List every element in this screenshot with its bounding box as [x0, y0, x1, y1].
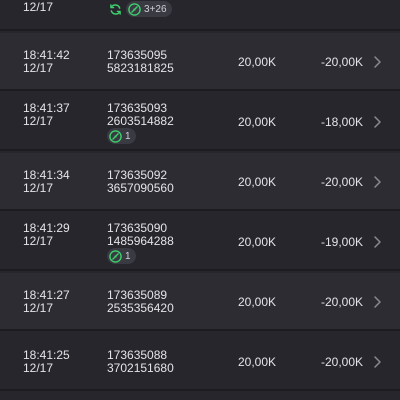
bet-row[interactable]: 18:41:34 12/17 173635092 3657090560 20,00K -2…: [0, 153, 400, 211]
chevron-right-icon[interactable]: [372, 295, 382, 309]
bet-hash: 3702151680: [107, 361, 174, 375]
badge-count: 3+26: [144, 3, 167, 15]
bet-row[interactable]: 18:41:25 12/17 173635088 3702151680 20,00K -2…: [0, 333, 400, 391]
bet-id: 173635090: [107, 221, 168, 235]
stopwatch-icon: [109, 129, 122, 143]
bet-time: 18:41:42: [23, 48, 70, 62]
bet-id: 173635088: [107, 348, 168, 362]
chevron-right-icon[interactable]: [372, 235, 382, 249]
bet-badges: 3+26: [107, 1, 174, 17]
bet-id: 173635093: [107, 101, 168, 115]
bet-hash: 2603514882: [107, 114, 174, 128]
feature-badge: 3+26: [126, 1, 172, 17]
bet-date: 12/17: [23, 0, 54, 14]
bet-result: -20,00K: [320, 55, 363, 69]
bet-time: 18:41:34: [23, 168, 70, 182]
bet-id: 173635092: [107, 168, 168, 182]
chevron-right-icon[interactable]: [372, 55, 382, 69]
bet-time: 18:41:37: [23, 101, 70, 115]
badge-count: 1: [125, 130, 131, 142]
stopwatch-icon: [109, 249, 122, 263]
chevron-right-icon[interactable]: [372, 115, 382, 129]
bet-date: 12/17: [23, 114, 54, 128]
bet-date: 12/17: [23, 361, 54, 375]
bet-badges: 1: [107, 248, 138, 264]
bet-row[interactable]: 18:41:27 12/17 173635089 2535356420 20,00K -2…: [0, 273, 400, 331]
bet-hash: 1485964288: [107, 234, 174, 248]
bet-time: 18:41:29: [23, 221, 70, 235]
bet-row[interactable]: 18:41:42 12/17 173635095 5823181825 20,00K -2…: [0, 33, 400, 91]
bet-id: 173635089: [107, 288, 168, 302]
bet-amount: 20,00K: [238, 235, 277, 249]
feature-badge: 1: [107, 128, 136, 144]
chevron-right-icon[interactable]: [372, 355, 382, 369]
bet-hash: 2535356420: [107, 301, 174, 315]
bet-amount: 20,00K: [238, 355, 277, 369]
bet-date: 12/17: [23, 301, 54, 315]
bet-result: -20,00K: [320, 175, 363, 189]
bet-date: 12/17: [23, 181, 54, 195]
bet-amount: 20,00K: [238, 55, 277, 69]
bet-amount: 20,00K: [238, 115, 277, 129]
bet-date: 12/17: [23, 234, 54, 248]
bet-result: -20,00K: [320, 295, 363, 309]
bet-badges: 1: [107, 128, 138, 144]
bet-date: 12/17: [23, 61, 54, 75]
feature-badge: 1: [107, 248, 136, 264]
bet-amount: 20,00K: [238, 175, 277, 189]
chevron-right-icon[interactable]: [372, 175, 382, 189]
refresh-icon: [110, 3, 121, 15]
bet-amount: 20,00K: [238, 295, 277, 309]
stopwatch-icon: [128, 2, 141, 16]
bet-history-list: 12/17 3+26 18:41:42 12/17 173635095 582318182…: [0, 0, 400, 400]
bet-id: 173635095: [107, 48, 168, 62]
bet-row[interactable]: 18:41:29 12/17 173635090 1485964288 20,00K -1…: [0, 213, 400, 271]
bet-result: -19,00K: [320, 235, 363, 249]
bet-hash: 3657090560: [107, 181, 174, 195]
bet-row[interactable]: 12/17 3+26: [0, 0, 400, 31]
badge-count: 1: [125, 250, 131, 262]
bet-row[interactable]: 18:41:37 12/17 173635093 2603514882 20,00K -1…: [0, 93, 400, 151]
bet-time: 18:41:27: [23, 288, 70, 302]
feature-badge: [107, 1, 124, 17]
bet-result: -20,00K: [320, 355, 363, 369]
bet-result: -18,00K: [320, 115, 363, 129]
bet-hash: 5823181825: [107, 61, 174, 75]
bet-time: 18:41:25: [23, 348, 70, 362]
